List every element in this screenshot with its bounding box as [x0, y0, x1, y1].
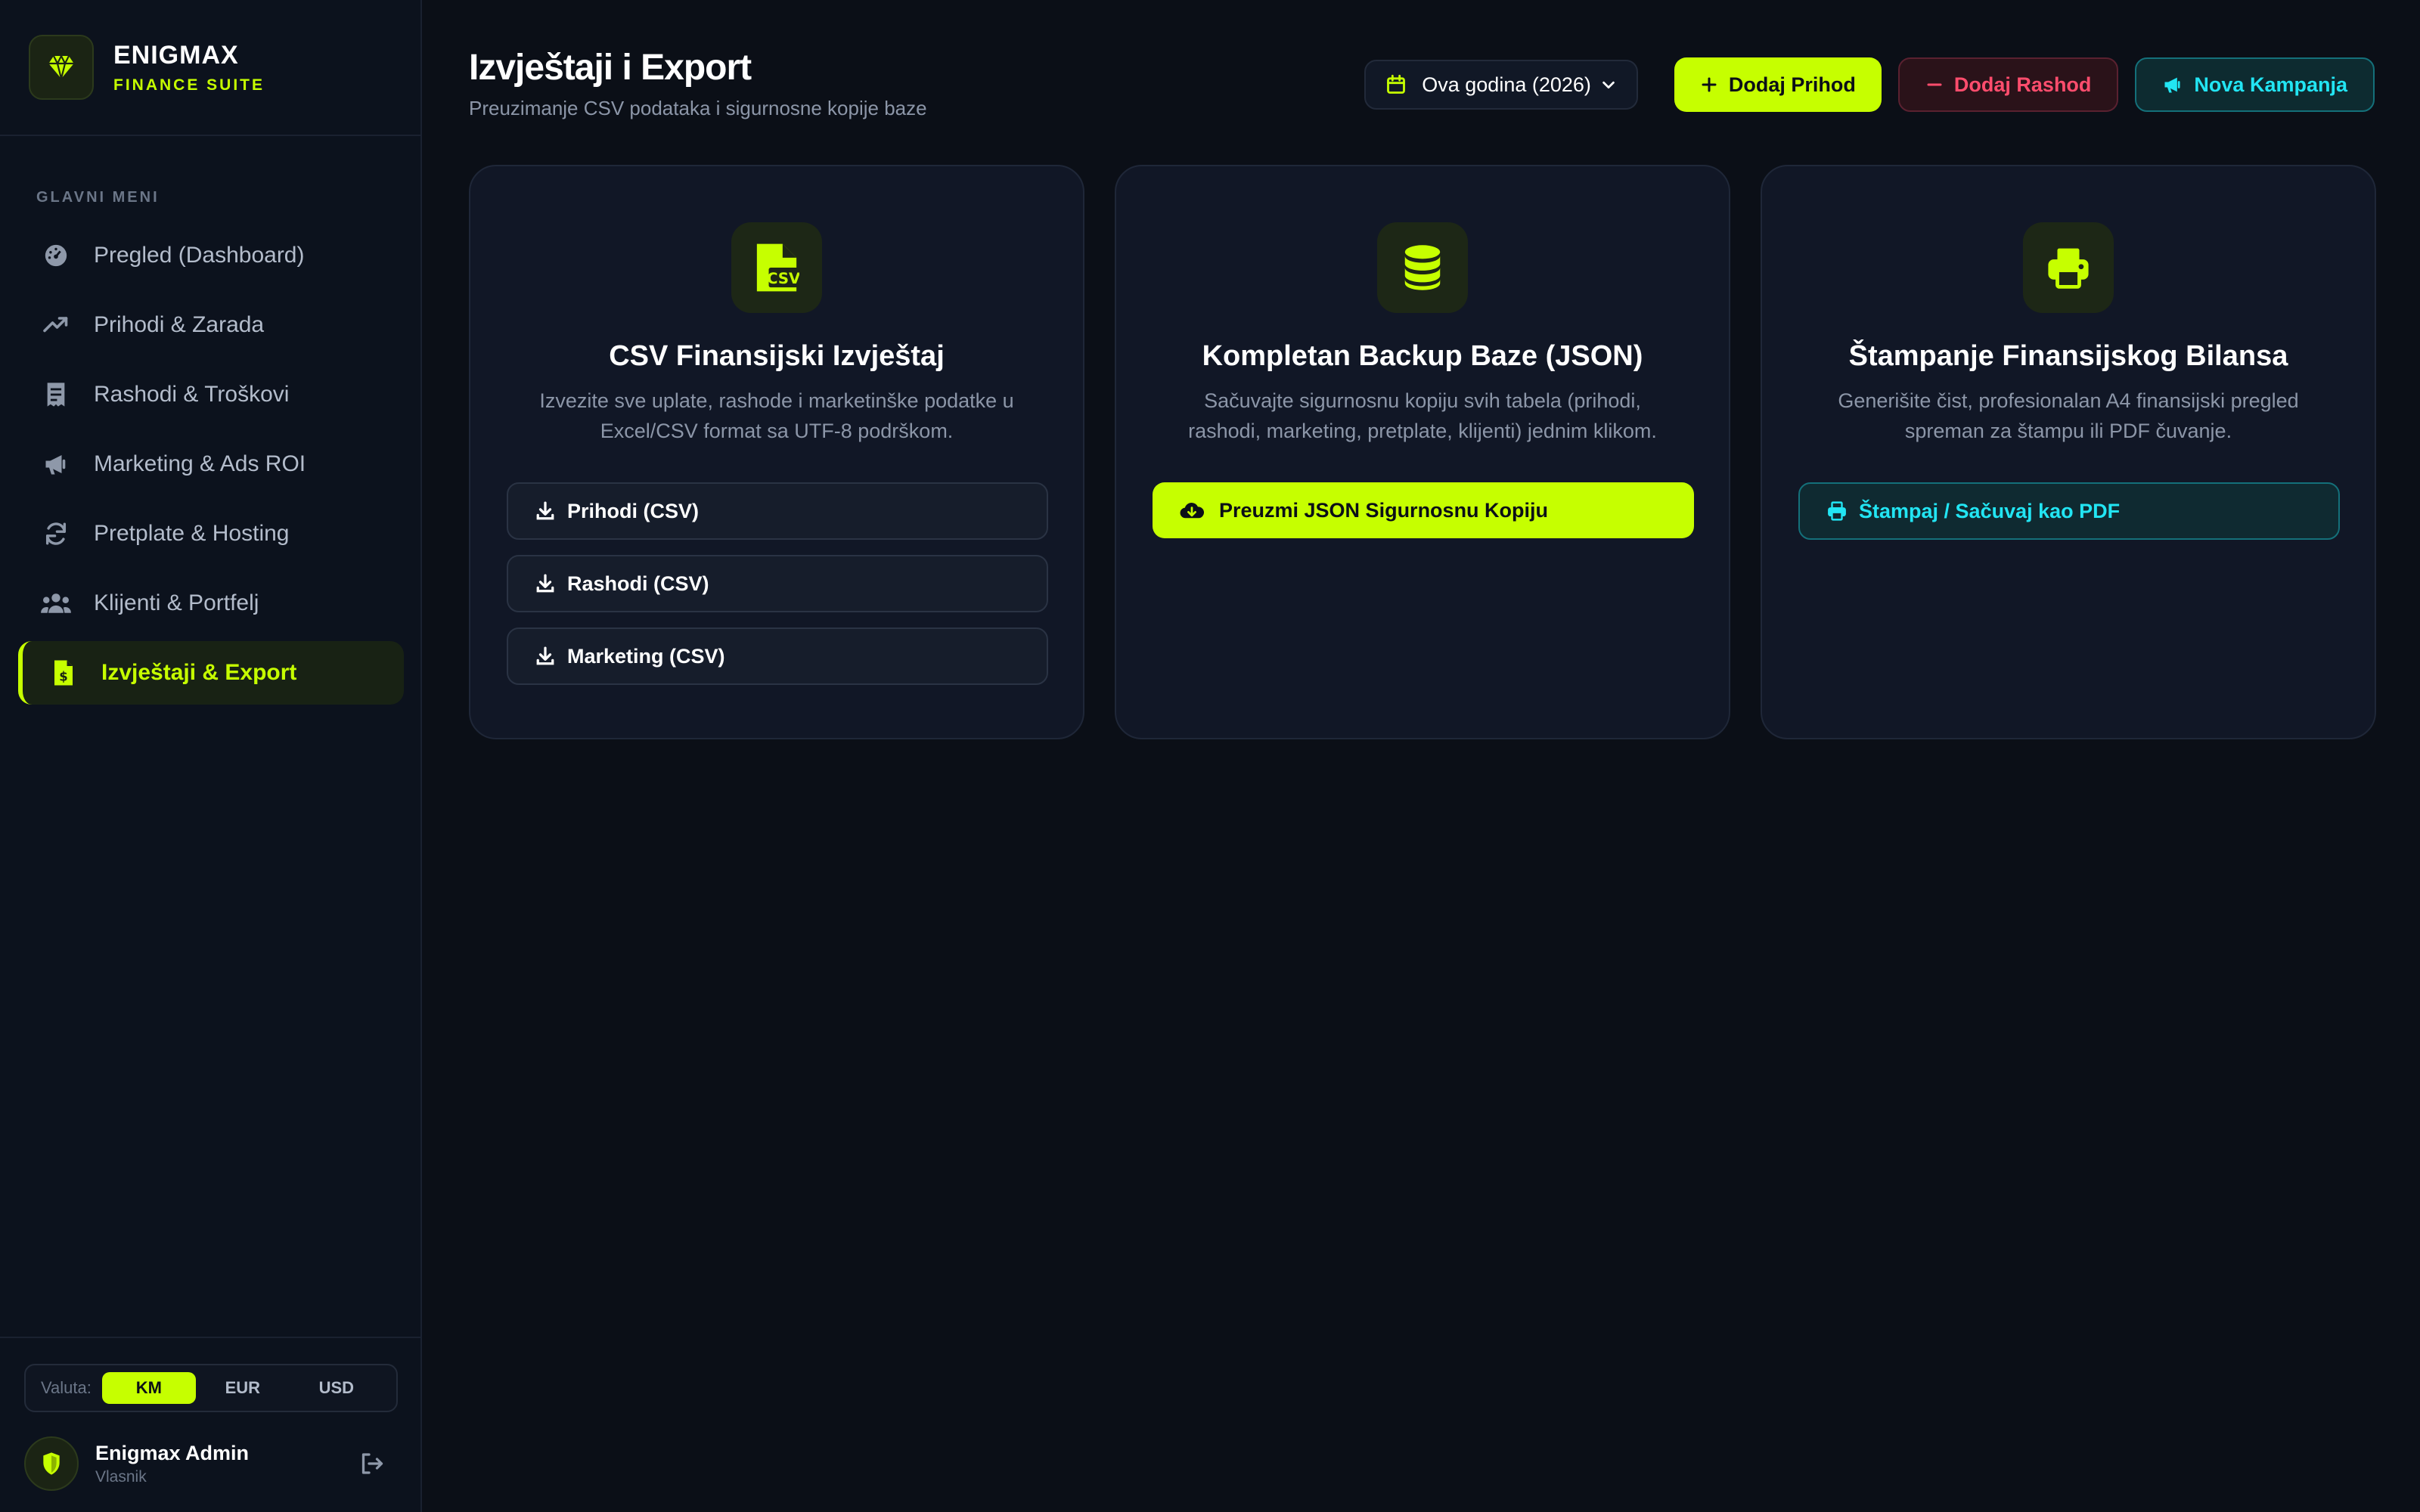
user-name: Enigmax Admin — [95, 1441, 250, 1464]
sidebar-item-label: Klijenti & Portfelj — [94, 590, 259, 615]
sidebar-item-subscriptions[interactable]: Pretplate & Hosting — [18, 502, 404, 565]
header-actions: Ova godina (2026) Dodaj Prihod Dodaj Ras… — [1364, 57, 2375, 112]
print-balance-card: Štampanje Finansijskog Bilansa Generišit… — [1761, 165, 2376, 739]
page-subtitle: Preuzimanje CSV podataka i sigurnosne ko… — [469, 97, 927, 119]
card-title: Kompletan Backup Baze (JSON) — [1202, 340, 1643, 372]
printer-icon — [1827, 501, 1847, 521]
csv-report-card: CSV CSV Finansijski Izvještaj Izvezite s… — [469, 165, 1084, 739]
gauge-icon — [41, 240, 71, 271]
download-icon — [535, 501, 555, 521]
avatar[interactable] — [24, 1436, 79, 1491]
sidebar: ENIGMAX FINANCE SUITE GLAVNI MENI Pregle… — [0, 0, 422, 1512]
sidebar-item-label: Rashodi & Troškovi — [94, 382, 290, 407]
currency-option-eur[interactable]: EUR — [196, 1372, 290, 1404]
page-title: Izvještaji i Export — [469, 48, 752, 88]
receipt-icon — [41, 380, 71, 410]
logout-icon[interactable] — [352, 1445, 390, 1483]
new-campaign-label: Nova Kampanja — [2194, 73, 2347, 96]
card-description: Sačuvajte sigurnosnu kopiju svih tabela … — [1188, 389, 1657, 442]
print-pdf-button[interactable]: Štampaj / Sačuvaj kao PDF — [1798, 482, 2340, 540]
csv-file-icon: CSV — [731, 222, 822, 313]
download-json-backup-button[interactable]: Preuzmi JSON Sigurnosnu Kopiju — [1153, 482, 1694, 538]
megaphone-icon — [2162, 74, 2183, 95]
currency-switcher: Valuta: KM EUR USD — [24, 1364, 398, 1412]
sidebar-item-reports[interactable]: $ Izvještaji & Export — [18, 641, 404, 705]
add-income-button[interactable]: Dodaj Prihod — [1674, 57, 1882, 112]
refresh-icon — [41, 519, 71, 549]
users-icon — [41, 588, 71, 618]
main-menu: Pregled (Dashboard) Prihodi & Zarada Ras… — [18, 224, 404, 711]
invoice-icon: $ — [48, 658, 79, 688]
trend-up-icon — [41, 310, 71, 340]
user-role: Vlasnik — [95, 1467, 147, 1486]
sidebar-item-label: Prihodi & Zarada — [94, 312, 265, 337]
sidebar-item-income[interactable]: Prihodi & Zarada — [18, 293, 404, 357]
button-label: Štampaj / Sačuvaj kao PDF — [1859, 499, 2121, 522]
button-label: Preuzmi JSON Sigurnosnu Kopiju — [1219, 498, 1549, 522]
brand[interactable]: ENIGMAX FINANCE SUITE — [0, 0, 420, 136]
brand-subtitle: FINANCE SUITE — [113, 76, 265, 94]
shield-icon — [43, 1452, 60, 1475]
sidebar-item-clients[interactable]: Klijenti & Portfelj — [18, 572, 404, 635]
year-select-value: Ova godina (2026) — [1422, 73, 1591, 96]
add-expense-button[interactable]: Dodaj Rashod — [1897, 57, 2119, 112]
sidebar-item-marketing[interactable]: Marketing & Ads ROI — [18, 432, 404, 496]
database-icon — [1377, 222, 1468, 313]
button-label: Marketing (CSV) — [567, 644, 725, 668]
calendar-icon — [1385, 74, 1407, 95]
card-description: Izvezite sve uplate, rashode i marketinš… — [539, 389, 1014, 442]
minus-icon — [1925, 76, 1944, 94]
plus-icon — [1700, 76, 1718, 94]
printer-icon — [2023, 222, 2114, 313]
add-income-label: Dodaj Prihod — [1728, 73, 1856, 96]
export-expenses-csv-button[interactable]: Rashodi (CSV) — [507, 555, 1048, 612]
main-content: Izvještaji i Export Preuzimanje CSV poda… — [422, 0, 2420, 1512]
sidebar-item-dashboard[interactable]: Pregled (Dashboard) — [18, 224, 404, 287]
chevron-down-icon — [1600, 76, 1617, 93]
user-profile: Enigmax Admin Vlasnik — [24, 1435, 398, 1492]
gem-icon — [29, 35, 94, 100]
currency-label: Valuta: — [41, 1378, 92, 1397]
export-marketing-csv-button[interactable]: Marketing (CSV) — [507, 627, 1048, 685]
year-select[interactable]: Ova godina (2026) — [1364, 60, 1638, 110]
brand-name: ENIGMAX — [113, 40, 239, 70]
new-campaign-button[interactable]: Nova Kampanja — [2135, 57, 2375, 112]
cloud-download-icon — [1180, 500, 1204, 520]
button-label: Rashodi (CSV) — [567, 572, 709, 595]
card-title: Štampanje Finansijskog Bilansa — [1848, 340, 2288, 372]
download-icon — [535, 574, 555, 593]
card-description: Generišite čist, profesionalan A4 finans… — [1838, 389, 2299, 442]
export-income-csv-button[interactable]: Prihodi (CSV) — [507, 482, 1048, 540]
menu-section-label: GLAVNI MENI — [36, 189, 160, 206]
sidebar-item-expenses[interactable]: Rashodi & Troškovi — [18, 363, 404, 426]
json-backup-card: Kompletan Backup Baze (JSON) Sačuvajte s… — [1115, 165, 1730, 739]
svg-text:CSV: CSV — [767, 270, 799, 287]
sidebar-item-label: Marketing & Ads ROI — [94, 451, 306, 476]
currency-option-km[interactable]: KM — [101, 1372, 196, 1404]
download-icon — [535, 646, 555, 666]
add-expense-label: Dodaj Rashod — [1953, 73, 2092, 96]
sidebar-item-label: Pretplate & Hosting — [94, 521, 290, 546]
card-title: CSV Finansijski Izvještaj — [609, 340, 945, 372]
currency-option-usd[interactable]: USD — [290, 1372, 383, 1404]
button-label: Prihodi (CSV) — [567, 499, 699, 522]
megaphone-icon — [41, 449, 71, 479]
svg-text:$: $ — [59, 670, 67, 684]
sidebar-item-label: Pregled (Dashboard) — [94, 243, 305, 268]
sidebar-footer: Valuta: KM EUR USD Enigmax Admin Vlasnik — [0, 1337, 422, 1512]
sidebar-item-label: Izvještaji & Export — [101, 660, 297, 685]
